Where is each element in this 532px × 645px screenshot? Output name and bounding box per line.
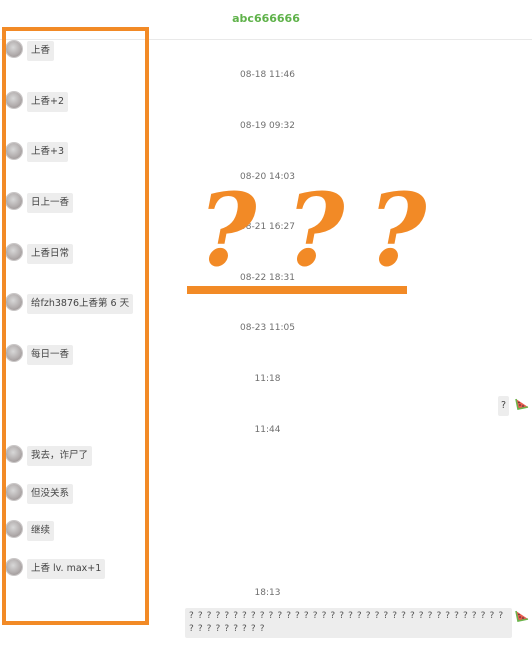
message-bubble: ?	[498, 396, 510, 416]
message-bubble: ? ? ? ? ? ? ? ? ? ? ? ? ? ? ? ? ? ? ? ? …	[185, 608, 512, 638]
timestamp: 08-23 11:05	[240, 323, 295, 333]
timestamp: 08-19 09:32	[240, 121, 295, 131]
annotation-underline	[187, 286, 407, 294]
watermelon-avatar-icon[interactable]	[515, 608, 530, 623]
timestamp: 18:13	[254, 588, 281, 598]
annotation-question-mark: ?	[198, 171, 257, 289]
timestamp: 11:18	[254, 374, 281, 384]
annotation-question-mark: ?	[286, 171, 345, 289]
annotation-box	[2, 27, 149, 625]
watermelon-avatar-icon[interactable]	[515, 396, 530, 411]
timestamp: 08-18 11:46	[240, 70, 295, 80]
chat-title: abc666666	[232, 12, 300, 25]
timestamp: 11:44	[254, 425, 281, 435]
annotation-question-mark: ?	[368, 171, 427, 289]
